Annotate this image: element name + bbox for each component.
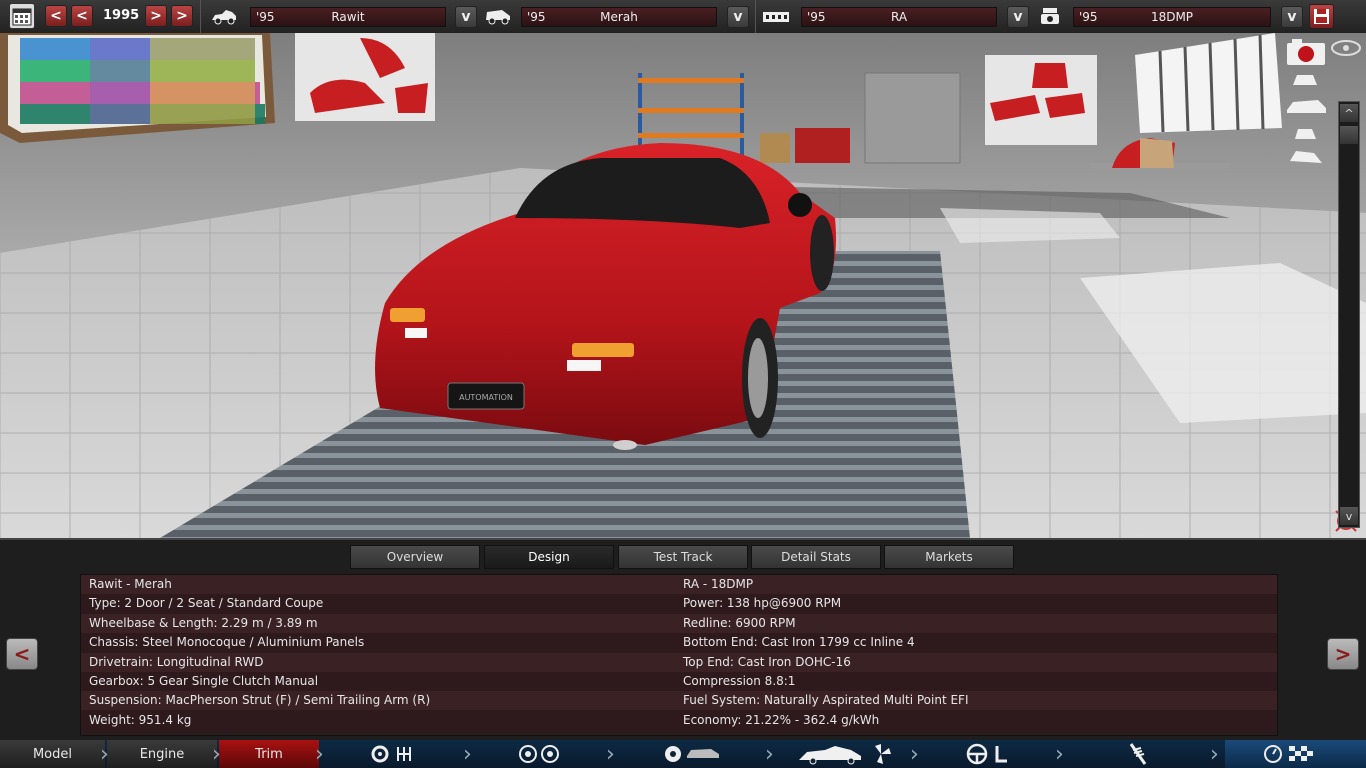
engine-name: RA - 18DMP — [683, 577, 754, 591]
year-value: 1995 — [103, 8, 140, 23]
weight: Weight: 951.4 kg — [89, 713, 192, 727]
plate-text: AUTOMATION — [459, 393, 513, 402]
engine-variant-icon — [1040, 6, 1060, 30]
chassis: Chassis: Steel Monocoque / Aluminium Pan… — [89, 635, 365, 649]
gearbox: Gearbox: 5 Gear Single Clutch Manual — [89, 674, 319, 688]
engine-power: Power: 138 hp@6900 RPM — [683, 596, 842, 610]
nav-wheels-icon[interactable] — [470, 740, 610, 768]
tab-test-track[interactable]: Test Track — [618, 545, 748, 569]
nav-finish-icon[interactable] — [1225, 740, 1366, 768]
tab-design[interactable]: Design — [484, 545, 614, 569]
zoom-scrollbar[interactable]: ^ v — [1338, 101, 1360, 528]
zoom-down-button[interactable]: v — [1340, 507, 1358, 525]
tab-markets[interactable]: Markets — [884, 545, 1014, 569]
garage-scene: AUTOMATION — [0, 33, 1366, 538]
trim-dropdown-button[interactable]: v — [727, 6, 749, 28]
trim-select[interactable]: '95 Merah — [521, 7, 717, 27]
model-dropdown-button[interactable]: v — [455, 6, 477, 28]
wheelbase-length: Wheelbase & Length: 2.29 m / 3.89 m — [89, 616, 318, 630]
year-next-fast-button[interactable]: > — [171, 5, 193, 27]
suspension: Suspension: MacPherson Strut (F) / Semi … — [89, 693, 431, 707]
engine-select[interactable]: '95 RA — [801, 7, 997, 27]
variant-dropdown-button[interactable]: v — [1281, 6, 1303, 28]
bottom-nav: Model Engine Trim › › › › › › › › › — [0, 740, 1366, 768]
zoom-up-button[interactable]: ^ — [1340, 104, 1358, 122]
nav-model[interactable]: Model — [0, 740, 105, 768]
top-bar: < < 1995 > > '95 Rawit v '95 Merah v '95 RA… — [0, 0, 1366, 34]
nav-suspension-icon[interactable] — [1065, 740, 1210, 768]
info-panel: Overview Design Test Track Detail Stats … — [0, 538, 1366, 742]
zoom-slider-handle[interactable] — [1340, 126, 1358, 144]
economy: Economy: 21.22% - 362.4 g/kWh — [683, 713, 880, 727]
compression: Compression 8.8:1 — [683, 674, 796, 688]
nav-gearbox-icon[interactable] — [325, 740, 465, 768]
model-select[interactable]: '95 Rawit — [250, 7, 446, 27]
tab-detail-stats[interactable]: Detail Stats — [751, 545, 881, 569]
engine-block-icon — [762, 9, 790, 28]
nav-engine[interactable]: Engine — [107, 740, 217, 768]
tab-overview[interactable]: Overview — [350, 545, 480, 569]
summary-row: Weight: 951.4 kg Economy: 21.22% - 362.4 … — [81, 711, 1277, 730]
summary-row: Type: 2 Door / 2 Seat / Standard Coupe Po… — [81, 594, 1277, 613]
car-model-icon — [210, 6, 238, 30]
year-next-button[interactable]: > — [145, 5, 167, 27]
car-viewport[interactable]: AUTOMATION ^ v — [0, 33, 1366, 538]
top-end: Top End: Cast Iron DOHC-16 — [683, 655, 851, 669]
nav-interior-icon[interactable] — [920, 740, 1060, 768]
car-name: Rawit - Merah — [89, 577, 172, 591]
nav-trim[interactable]: Trim — [219, 740, 319, 768]
year-prev-fast-button[interactable]: < — [45, 5, 67, 27]
variant-select[interactable]: '95 18DMP — [1073, 7, 1271, 27]
save-icon[interactable] — [1309, 4, 1334, 29]
summary-row: Drivetrain: Longitudinal RWD Top End: Cas… — [81, 653, 1277, 672]
body-type: Type: 2 Door / 2 Seat / Standard Coupe — [89, 596, 324, 610]
summary-row: Chassis: Steel Monocoque / Aluminium Pan… — [81, 633, 1277, 652]
summary-row: Suspension: MacPherson Strut (F) / Semi … — [81, 691, 1277, 710]
summary-row: Wheelbase & Length: 2.29 m / 3.89 m Redli… — [81, 614, 1277, 633]
summary-row: Rawit - Merah RA - 18DMP — [81, 575, 1277, 594]
fuel-system: Fuel System: Naturally Aspirated Multi P… — [683, 693, 969, 707]
drivetrain: Drivetrain: Longitudinal RWD — [89, 655, 264, 669]
engine-redline: Redline: 6900 RPM — [683, 616, 796, 630]
car-summary: Rawit - Merah RA - 18DMP Type: 2 Door / 2… — [80, 574, 1278, 736]
year-prev-button[interactable]: < — [71, 5, 93, 27]
nav-aero-icon[interactable] — [775, 740, 915, 768]
prev-page-button[interactable]: < — [6, 638, 38, 670]
nav-brakes-icon[interactable] — [615, 740, 770, 768]
engine-dropdown-button[interactable]: v — [1007, 6, 1029, 28]
front-view-icon[interactable] — [1293, 75, 1317, 85]
calendar-icon[interactable] — [9, 3, 35, 29]
car-trim-icon — [484, 6, 512, 30]
bottom-end: Bottom End: Cast Iron 1799 cc Inline 4 — [683, 635, 915, 649]
next-page-button[interactable]: > — [1327, 638, 1359, 670]
summary-row: Gearbox: 5 Gear Single Clutch Manual Comp… — [81, 672, 1277, 691]
